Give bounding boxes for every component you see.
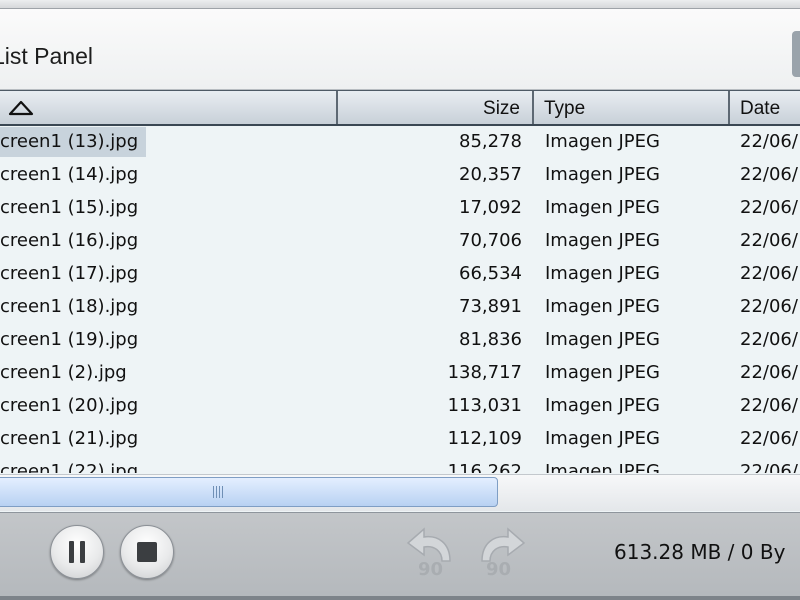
file-type-cell: Imagen JPEG <box>545 428 660 449</box>
file-date-cell: 22/06/ <box>740 230 798 251</box>
file-type-cell: Imagen JPEG <box>545 164 660 185</box>
file-date-cell: 22/06/ <box>740 362 798 383</box>
file-browser-window: List Panel Size Type Date creen1 (13).jp… <box>0 0 800 600</box>
file-date-cell: 22/06/ <box>740 395 798 416</box>
table-row[interactable]: creen1 (2).jpg 138,717 Imagen JPEG 22/06/ <box>0 356 800 389</box>
horizontal-scrollbar[interactable] <box>0 474 800 511</box>
window-bottom-edge <box>0 596 800 600</box>
table-row[interactable]: creen1 (16).jpg 70,706 Imagen JPEG 22/06/ <box>0 224 800 257</box>
table-row[interactable]: creen1 (19).jpg 81,836 Imagen JPEG 22/06/ <box>0 323 800 356</box>
rotate-left-degrees: 90 <box>418 559 444 580</box>
stop-button[interactable] <box>120 525 174 579</box>
file-date-cell: 22/06/ <box>740 329 798 350</box>
table-row[interactable]: creen1 (21).jpg 112,109 Imagen JPEG 22/06/ <box>0 422 800 455</box>
file-type-cell: Imagen JPEG <box>545 263 660 284</box>
table-row[interactable]: creen1 (13).jpg 85,278 Imagen JPEG 22/06/ <box>0 125 800 158</box>
file-size-cell: 73,891 <box>459 296 522 317</box>
pause-button[interactable] <box>50 525 104 579</box>
rotate-right-button[interactable]: 90 <box>472 527 528 587</box>
table-row[interactable]: creen1 (15).jpg 17,092 Imagen JPEG 22/06/ <box>0 191 800 224</box>
file-name-cell: creen1 (15).jpg <box>0 197 139 218</box>
file-size-cell: 70,706 <box>459 230 522 251</box>
file-date-cell: 22/06/ <box>740 428 798 449</box>
file-name-cell: creen1 (17).jpg <box>0 263 139 284</box>
file-name-cell: creen1 (16).jpg <box>0 230 139 251</box>
file-size-cell: 85,278 <box>459 131 522 152</box>
file-type-cell: Imagen JPEG <box>545 296 660 317</box>
column-header-type[interactable]: Type <box>534 91 730 124</box>
file-type-cell: Imagen JPEG <box>545 230 660 251</box>
file-name-cell: creen1 (18).jpg <box>0 296 139 317</box>
sort-ascending-icon <box>8 100 34 116</box>
file-name-cell: creen1 (22).jpg <box>0 461 139 473</box>
file-name-cell: creen1 (21).jpg <box>0 428 139 449</box>
file-date-cell: 22/06/ <box>740 197 798 218</box>
file-date-cell: 22/06/ <box>740 164 798 185</box>
file-size-cell: 116,262 <box>447 461 522 473</box>
list-panel-header: List Panel <box>0 9 800 90</box>
file-name-cell: creen1 (19).jpg <box>0 329 139 350</box>
file-size-cell: 113,031 <box>447 395 522 416</box>
rotate-right-degrees: 90 <box>486 559 512 580</box>
file-date-cell: 22/06/ <box>740 131 798 152</box>
window-top-strip <box>0 0 800 9</box>
file-type-cell: Imagen JPEG <box>545 131 660 152</box>
horizontal-scroll-thumb[interactable] <box>0 477 498 507</box>
file-size-cell: 66,534 <box>459 263 522 284</box>
file-name-cell: creen1 (13).jpg <box>0 125 338 158</box>
playback-toolbar: 90 90 613.28 MB / 0 By <box>0 513 800 600</box>
column-header-date[interactable]: Date <box>730 91 800 124</box>
table-row[interactable]: creen1 (14).jpg 20,357 Imagen JPEG 22/06/ <box>0 158 800 191</box>
column-header-bar: Size Type Date <box>0 90 800 126</box>
file-type-cell: Imagen JPEG <box>545 461 660 473</box>
table-row[interactable]: creen1 (18).jpg 73,891 Imagen JPEG 22/06/ <box>0 290 800 323</box>
table-row[interactable]: creen1 (20).jpg 113,031 Imagen JPEG 22/06/ <box>0 389 800 422</box>
file-size-cell: 17,092 <box>459 197 522 218</box>
panel-edge-handle <box>792 31 800 77</box>
file-name-cell: creen1 (14).jpg <box>0 164 139 185</box>
table-row[interactable]: creen1 (17).jpg 66,534 Imagen JPEG 22/06/ <box>0 257 800 290</box>
file-date-cell: 22/06/ <box>740 461 798 473</box>
pause-icon <box>69 541 85 563</box>
file-rows: creen1 (13).jpg 85,278 Imagen JPEG 22/06/cr… <box>0 125 800 473</box>
column-header-name[interactable] <box>0 91 338 124</box>
file-size-cell: 20,357 <box>459 164 522 185</box>
file-size-cell: 112,109 <box>447 428 522 449</box>
scroll-grip-icon <box>213 486 225 498</box>
file-date-cell: 22/06/ <box>740 296 798 317</box>
file-size-cell: 81,836 <box>459 329 522 350</box>
panel-title: List Panel <box>0 43 94 69</box>
table-row[interactable]: creen1 (22).jpg 116,262 Imagen JPEG 22/06/ <box>0 455 800 473</box>
file-name-cell: creen1 (2).jpg <box>0 362 127 383</box>
file-date-cell: 22/06/ <box>740 263 798 284</box>
file-type-cell: Imagen JPEG <box>545 395 660 416</box>
file-name-cell: creen1 (20).jpg <box>0 395 139 416</box>
stop-icon <box>137 542 157 562</box>
rotate-left-button[interactable]: 90 <box>404 527 460 587</box>
file-size-cell: 138,717 <box>447 362 522 383</box>
file-type-cell: Imagen JPEG <box>545 362 660 383</box>
storage-status: 613.28 MB / 0 By <box>614 540 786 564</box>
file-type-cell: Imagen JPEG <box>545 197 660 218</box>
column-header-size[interactable]: Size <box>338 91 534 124</box>
file-list: Size Type Date creen1 (13).jpg 85,278 Imag… <box>0 90 800 513</box>
file-type-cell: Imagen JPEG <box>545 329 660 350</box>
